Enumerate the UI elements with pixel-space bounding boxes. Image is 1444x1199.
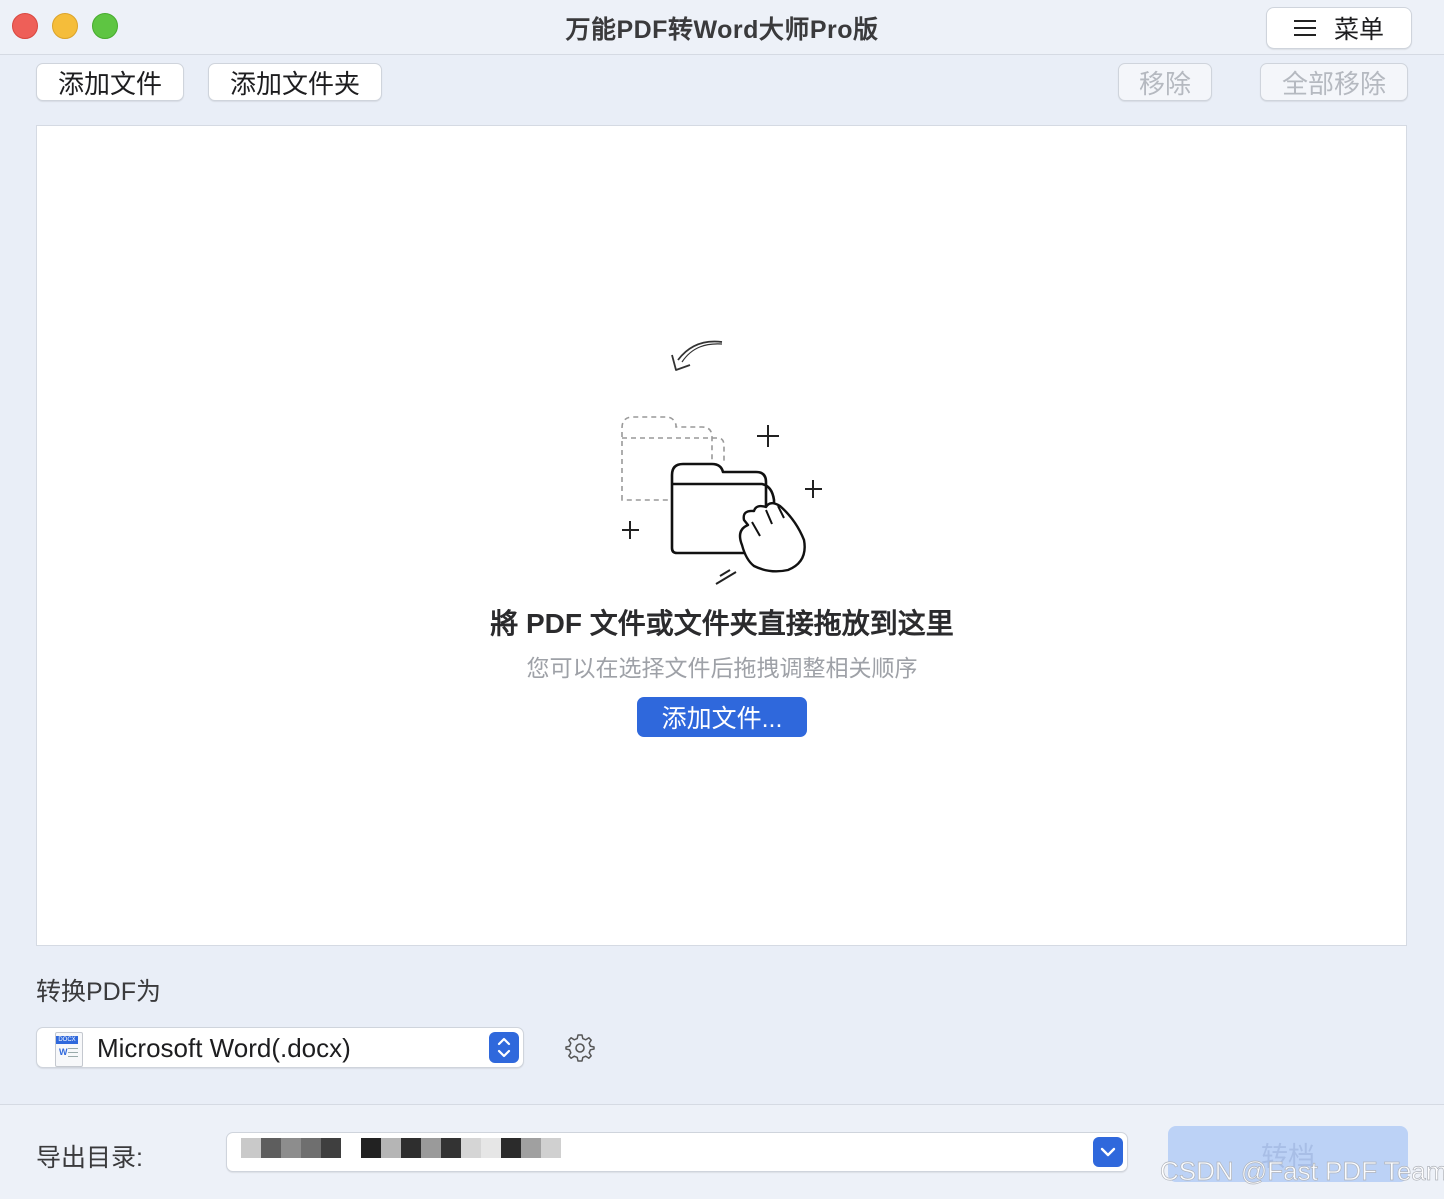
watermark: CSDN @Fast PDF Team: [1160, 1156, 1444, 1187]
drag-folder-illustration: [621, 340, 822, 585]
export-directory-label: 导出目录:: [36, 1144, 143, 1172]
drop-zone-title: 將 PDF 文件或文件夹直接拖放到这里: [490, 608, 954, 639]
add-file-button[interactable]: 添加文件: [36, 63, 184, 101]
remove-all-button[interactable]: 全部移除: [1260, 63, 1408, 101]
add-folder-button[interactable]: 添加文件夹: [208, 63, 382, 101]
menu-button[interactable]: 菜单: [1266, 7, 1412, 49]
docx-file-icon: DOCX W: [55, 1032, 83, 1067]
output-format-value: Microsoft Word(.docx): [97, 1033, 351, 1063]
chevron-down-icon[interactable]: [1093, 1137, 1123, 1167]
convert-format-label: 转换PDF为: [36, 978, 162, 1006]
window-title: 万能PDF转Word大师Pro版: [565, 16, 879, 44]
output-format-select[interactable]: DOCX W Microsoft Word(.docx): [36, 1027, 524, 1068]
title-bar: 万能PDF转Word大师Pro版 菜单: [0, 0, 1444, 55]
gear-icon[interactable]: [565, 1033, 595, 1063]
remove-button[interactable]: 移除: [1118, 63, 1212, 101]
add-files-primary-button[interactable]: 添加文件...: [637, 697, 807, 737]
chevron-updown-icon[interactable]: [489, 1032, 519, 1063]
drop-zone-subtitle: 您可以在选择文件后拖拽调整相关顺序: [526, 655, 918, 681]
menu-label: 菜单: [1333, 16, 1384, 44]
export-directory-select[interactable]: [226, 1132, 1128, 1172]
hamburger-icon: [1293, 19, 1316, 37]
